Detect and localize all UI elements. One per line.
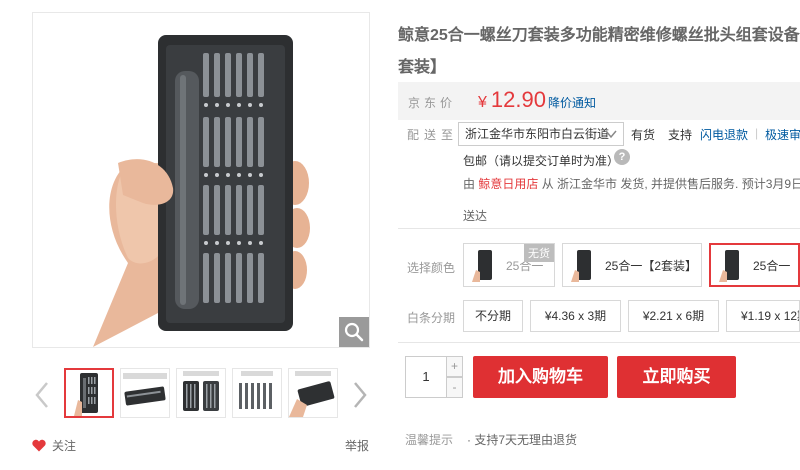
- stock-status: 有货: [631, 128, 656, 142]
- out-of-stock-badge: 无货: [524, 244, 554, 262]
- product-photo-hand-holding-screwdriver-set: [93, 35, 310, 347]
- chevron-down-icon: [605, 126, 617, 145]
- quantity-input[interactable]: 1: [405, 356, 447, 398]
- support-label: 支持: [668, 128, 693, 142]
- variant-thumbnail: [719, 250, 739, 282]
- quantity-decrease-button[interactable]: -: [447, 377, 463, 398]
- installment-option-3[interactable]: ¥4.36 x 3期: [530, 300, 621, 332]
- thumbnail-5[interactable]: [288, 368, 338, 418]
- heart-icon: [32, 439, 46, 452]
- product-title-line-2: 套装】: [398, 59, 447, 76]
- seller-prefix: 由: [463, 177, 476, 191]
- free-shipping-note: 包邮（请以提交订单时为准）: [463, 154, 620, 168]
- currency-symbol: ¥: [478, 94, 487, 111]
- installment-label: 白条分期: [407, 311, 456, 325]
- separator: |: [755, 126, 759, 140]
- price-label: 京东价: [408, 96, 457, 110]
- tips-text: · 支持7天无理由退货: [467, 433, 578, 447]
- price-panel: 京东价 ¥12.90 降价通知: [398, 82, 800, 120]
- variant-thumbnail: [571, 250, 591, 282]
- variant-option-25in1-selected[interactable]: 25合一: [709, 243, 800, 287]
- add-to-cart-button[interactable]: 加入购物车: [473, 356, 608, 398]
- variant-thumbnail: [472, 250, 492, 282]
- variant-label: 选择颜色: [407, 261, 456, 275]
- thumbnail-3[interactable]: [176, 368, 226, 418]
- seller-info: 由 鲸意日用店 从 浙江金华市 发货, 并提供售后服务. 预计3月9日24: [463, 175, 800, 192]
- thumbnail-2[interactable]: [120, 368, 170, 418]
- variant-option-25in1-2-sets[interactable]: 25合一【2套装】: [562, 243, 702, 287]
- fast-audit-link[interactable]: 极速审核: [765, 126, 800, 143]
- seller-suffix: 从 浙江金华市 发货, 并提供售后服务. 预计3月9日24: [541, 177, 800, 191]
- divider: [398, 228, 800, 229]
- divider: [398, 342, 800, 343]
- installment-option-12[interactable]: ¥1.19 x 12期: [726, 300, 800, 332]
- price-amount: 12.90: [490, 87, 546, 112]
- price-value: ¥12.90: [478, 87, 546, 113]
- address-select[interactable]: 浙江金华市东阳市白云街道: [458, 122, 624, 146]
- installment-option-6[interactable]: ¥2.21 x 6期: [628, 300, 719, 332]
- thumbnail-1[interactable]: [64, 368, 114, 418]
- shop-name-link[interactable]: 鲸意日用店: [478, 177, 538, 191]
- flash-refund-link[interactable]: 闪电退款: [700, 126, 748, 143]
- variant-label-2: 25合一【2套装】: [605, 258, 698, 273]
- product-title: 鲸意25合一螺丝刀套装多功能精密维修螺丝批头组套设备维修 套装】: [398, 20, 800, 84]
- thumbnail-strip: [32, 368, 370, 422]
- buy-now-button[interactable]: 立即购买: [617, 356, 736, 398]
- quantity-increase-button[interactable]: +: [447, 356, 463, 377]
- address-value: 浙江金华市东阳市白云街道: [465, 127, 610, 141]
- installment-option-none[interactable]: 不分期: [463, 300, 523, 332]
- help-icon[interactable]: ?: [614, 149, 630, 165]
- main-product-image[interactable]: [32, 12, 370, 348]
- chevron-left-icon[interactable]: [32, 378, 52, 412]
- follow-label: 关注: [52, 439, 77, 453]
- shipping-label: 配送至: [407, 128, 459, 142]
- thumbnail-4[interactable]: [232, 368, 282, 418]
- tips-label: 温馨提示: [405, 433, 454, 447]
- report-link[interactable]: 举报: [345, 437, 369, 454]
- variant-label-3: 25合一: [753, 258, 791, 273]
- variant-option-25in1-out-of-stock[interactable]: 25合一 无货: [463, 243, 555, 287]
- follow-button[interactable]: 关注: [32, 437, 76, 454]
- delivery-eta-suffix: 送达: [463, 209, 488, 223]
- product-title-line-1: 鲸意25合一螺丝刀套装多功能精密维修螺丝批头组套设备维修: [398, 27, 800, 44]
- chevron-right-icon[interactable]: [350, 378, 370, 412]
- zoom-icon[interactable]: [339, 317, 369, 347]
- price-drop-notice-link[interactable]: 降价通知: [548, 94, 596, 111]
